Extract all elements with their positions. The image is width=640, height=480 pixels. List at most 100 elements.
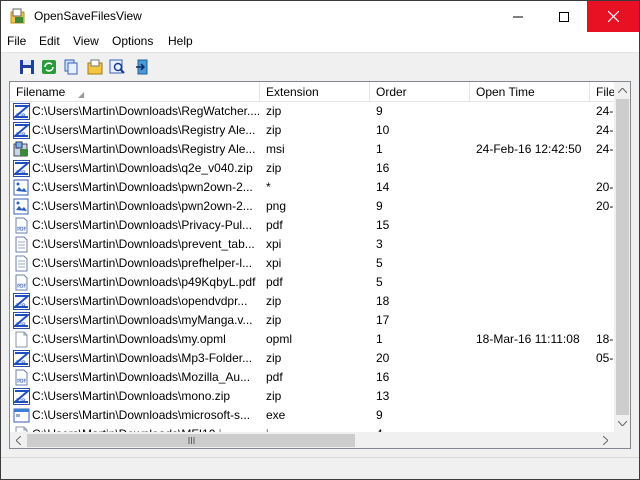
table-row[interactable]: PDF C:\Users\Martin\Downloads\Privacy-Pul…	[10, 216, 614, 235]
table-row[interactable]: ZIP C:\Users\Martin\Downloads\q2e_v040.zi…	[10, 159, 614, 178]
table-row[interactable]: PDF C:\Users\Martin\Downloads\Mozilla_Au.…	[10, 368, 614, 387]
table-row[interactable]: C:\Users\Martin\Downloads\prevent_tab...…	[10, 235, 614, 254]
cell-extension: exe	[266, 408, 286, 422]
table-row[interactable]: C:\Users\Martin\Downloads\MFI10.i... i 4	[10, 425, 614, 432]
table-row[interactable]: C:\Users\Martin\Downloads\pwn2own-2... pn…	[10, 197, 614, 216]
cell-open-time	[476, 235, 590, 254]
cell-order: 14	[376, 180, 390, 194]
find-icon	[109, 59, 125, 74]
cell-open-time: 18-Mar-16 11:11:08	[476, 332, 580, 346]
svg-text:ZIP: ZIP	[16, 398, 26, 405]
scroll-down-button[interactable]	[614, 415, 630, 432]
horizontal-scrollbar[interactable]	[10, 432, 614, 448]
cell-order: 13	[376, 389, 390, 403]
table-row[interactable]: ZIP C:\Users\Martin\Downloads\Registry Al…	[10, 121, 614, 140]
xpi-file-icon	[13, 255, 30, 272]
cell-open-time: 24-Feb-16 12:42:50	[476, 142, 582, 156]
svg-text:ZIP: ZIP	[16, 303, 26, 310]
table-row[interactable]: ZIP C:\Users\Martin\Downloads\Mp3-Folder.…	[10, 349, 614, 368]
vertical-scroll-thumb[interactable]	[616, 99, 629, 415]
menu-edit[interactable]: Edit	[39, 34, 60, 48]
menu-view[interactable]: View	[73, 34, 99, 48]
msi-file-icon	[13, 141, 30, 158]
menu-help[interactable]: Help	[168, 34, 193, 48]
exit-button[interactable]	[133, 57, 153, 77]
cell-filename: C:\Users\Martin\Downloads\mono.zip	[32, 389, 231, 403]
cell-file-time: 24-	[596, 142, 614, 156]
horizontal-scroll-thumb[interactable]	[27, 434, 355, 447]
blank-file-icon	[13, 331, 30, 348]
cell-order: 17	[376, 313, 390, 327]
vertical-scrollbar[interactable]	[614, 82, 630, 432]
cell-extension: zip	[266, 161, 282, 175]
col-extension[interactable]: Extension	[260, 82, 370, 101]
cell-extension: opml	[266, 332, 293, 346]
cell-file-time: 20-	[596, 199, 614, 213]
minimize-button[interactable]	[495, 1, 541, 32]
cell-filename: C:\Users\Martin\Downloads\p49KqbyL.pdf	[32, 275, 256, 289]
grip-icon	[188, 437, 194, 444]
scroll-right-button[interactable]	[597, 432, 614, 448]
cell-extension: xpi	[266, 237, 282, 251]
cell-open-time	[476, 292, 590, 311]
cell-filename: C:\Users\Martin\Downloads\pwn2own-2...	[32, 180, 253, 194]
cell-file-time	[596, 425, 614, 432]
cell-filename: C:\Users\Martin\Downloads\q2e_v040.zip	[32, 161, 253, 175]
cell-extension: pdf	[266, 218, 283, 232]
table-row[interactable]: PDF C:\Users\Martin\Downloads\p49KqbyL.pd…	[10, 273, 614, 292]
table-row[interactable]: C:\Users\Martin\Downloads\prefhelper-l..…	[10, 254, 614, 273]
cell-order: 5	[376, 275, 383, 289]
title-bar[interactable]: OpenSaveFilesView	[1, 1, 639, 32]
svg-text:ZIP: ZIP	[16, 113, 26, 120]
table-row[interactable]: C:\Users\Martin\Downloads\pwn2own-2... * 1…	[10, 178, 614, 197]
find-button[interactable]	[107, 57, 127, 77]
table-row[interactable]: ZIP C:\Users\Martin\Downloads\opendvdpr..…	[10, 292, 614, 311]
chevron-up-icon	[618, 88, 627, 93]
save-icon	[20, 60, 34, 74]
cell-order: 18	[376, 294, 390, 308]
table-row[interactable]: C:\Users\Martin\Downloads\microsoft-s...…	[10, 406, 614, 425]
save-button[interactable]	[17, 57, 37, 77]
col-open-time[interactable]: Open Time	[470, 82, 590, 101]
svg-text:PDF: PDF	[17, 378, 26, 384]
cell-extension: zip	[266, 123, 282, 137]
cell-extension: zip	[266, 351, 282, 365]
col-file[interactable]: File	[590, 82, 614, 101]
cell-file-time	[596, 406, 614, 425]
cell-extension: zip	[266, 104, 282, 118]
cell-file-time: 24-	[596, 123, 614, 137]
cell-filename: C:\Users\Martin\Downloads\prefhelper-l..…	[32, 256, 253, 270]
cell-filename: C:\Users\Martin\Downloads\RegWatcher....	[32, 104, 259, 118]
list-header: Filename ◢ Extension Order Open Time Fil…	[10, 82, 614, 102]
copy-button[interactable]	[61, 57, 81, 77]
table-row[interactable]: ZIP C:\Users\Martin\Downloads\myManga.v..…	[10, 311, 614, 330]
cell-open-time	[476, 159, 590, 178]
scroll-up-button[interactable]	[614, 82, 630, 99]
col-order[interactable]: Order	[370, 82, 470, 101]
chevron-right-icon	[603, 436, 608, 445]
table-row[interactable]: C:\Users\Martin\Downloads\my.opml opml 1 18…	[10, 330, 614, 349]
table-row[interactable]: C:\Users\Martin\Downloads\Registry Ale..…	[10, 140, 614, 159]
col-filename[interactable]: Filename ◢	[10, 82, 260, 101]
cell-extension: pdf	[266, 370, 283, 384]
copy-icon	[64, 59, 78, 75]
cell-filename: C:\Users\Martin\Downloads\Mozilla_Au...	[32, 370, 251, 384]
menu-options[interactable]: Options	[112, 34, 153, 48]
svg-text:ZIP: ZIP	[16, 322, 26, 329]
zip-file-icon: ZIP	[12, 293, 31, 310]
pdf-file-icon: PDF	[13, 217, 30, 234]
cell-file-time: 18-	[596, 332, 614, 346]
cell-order: 16	[376, 161, 390, 175]
close-button[interactable]	[587, 1, 639, 32]
cell-order: 5	[376, 256, 383, 270]
table-row[interactable]: ZIP C:\Users\Martin\Downloads\RegWatcher.…	[10, 102, 614, 121]
maximize-button[interactable]	[541, 1, 587, 32]
cell-open-time	[476, 368, 590, 387]
scroll-left-button[interactable]	[10, 432, 27, 448]
cell-file-time	[596, 368, 614, 387]
app-window: OpenSaveFilesView File Edit View Options…	[0, 0, 640, 480]
table-row[interactable]: ZIP C:\Users\Martin\Downloads\mono.zip zip…	[10, 387, 614, 406]
properties-button[interactable]	[85, 57, 105, 77]
refresh-button[interactable]	[39, 57, 59, 77]
menu-file[interactable]: File	[7, 34, 26, 48]
